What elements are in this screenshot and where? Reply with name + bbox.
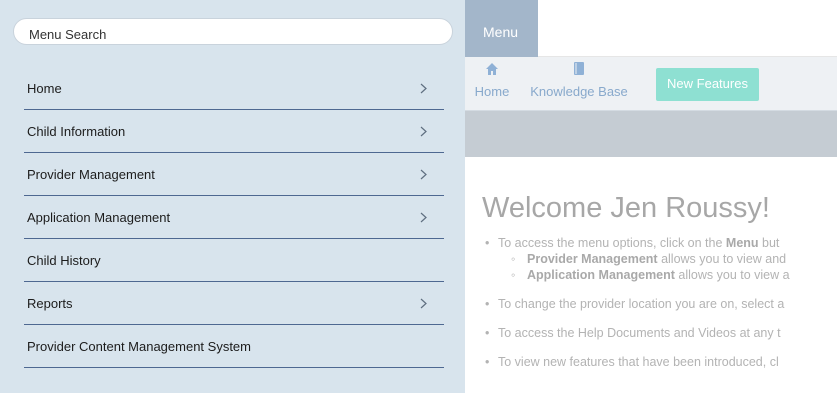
nav-knowledge-base-link[interactable]: Knowledge Base xyxy=(517,62,641,99)
menu-item-label: Provider Content Management System xyxy=(27,339,251,354)
chevron-right-icon xyxy=(420,211,427,226)
list-item: To change the provider location you are … xyxy=(485,296,837,312)
menu-item-child-history[interactable]: Child History xyxy=(24,239,444,282)
menu-item-label: Application Management xyxy=(27,210,171,225)
menu-item-label: Provider Management xyxy=(27,167,155,182)
quick-nav-bar: Home Knowledge Base New Features xyxy=(465,57,837,111)
menu-item-label: Child Information xyxy=(27,124,126,139)
list-item: To view new features that have been intr… xyxy=(485,354,837,370)
home-icon xyxy=(468,62,516,80)
new-features-button[interactable]: New Features xyxy=(656,68,759,101)
chevron-right-icon xyxy=(420,82,427,97)
menu-item-label: Home xyxy=(27,81,62,96)
menu-list: Home Child Information Provider Management… xyxy=(0,67,444,368)
list-item: To access the menu options, click on the… xyxy=(485,235,837,251)
nav-knowledge-base-label: Knowledge Base xyxy=(530,84,628,99)
chevron-right-icon xyxy=(420,168,427,183)
header-band xyxy=(465,111,837,157)
book-icon xyxy=(517,62,641,80)
list-item: Application Management allows you to vie… xyxy=(485,267,837,283)
chevron-right-icon xyxy=(420,125,427,140)
list-item: To access the Help Documents and Videos … xyxy=(485,325,837,341)
menu-panel: Home Child Information Provider Management… xyxy=(0,0,465,393)
menu-item-reports[interactable]: Reports xyxy=(24,282,444,325)
chevron-right-icon xyxy=(420,297,427,312)
menu-item-label: Child History xyxy=(27,253,101,268)
menu-item-application-management[interactable]: Application Management xyxy=(24,196,444,239)
menu-search-input[interactable] xyxy=(13,18,453,45)
list-item: Provider Management allows you to view a… xyxy=(485,251,837,267)
menu-item-provider-management[interactable]: Provider Management xyxy=(24,153,444,196)
welcome-instructions: To access the menu options, click on the… xyxy=(485,235,837,370)
menu-tab-button[interactable]: Menu xyxy=(465,0,538,57)
menu-item-provider-content-management-system[interactable]: Provider Content Management System xyxy=(24,325,444,368)
menu-item-home[interactable]: Home xyxy=(24,67,444,110)
nav-home-label: Home xyxy=(474,84,510,99)
nav-home-link[interactable]: Home xyxy=(468,62,516,99)
menu-item-child-information[interactable]: Child Information xyxy=(24,110,444,153)
menu-item-label: Reports xyxy=(27,296,73,311)
welcome-heading: Welcome Jen Roussy! xyxy=(482,192,770,224)
